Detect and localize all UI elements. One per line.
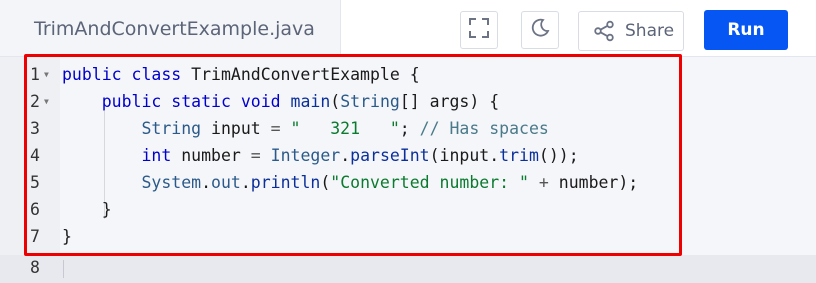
line-number: 8 [30,258,40,277]
share-icon [593,20,615,42]
file-name: TrimAndConvertExample.java [34,18,315,40]
code-highlight-box [24,54,682,256]
run-button[interactable]: Run [704,10,788,50]
editor-header: TrimAndConvertExample.java Share Run [0,0,816,57]
file-tab[interactable]: TrimAndConvertExample.java [0,0,341,56]
code-line: 8 [0,254,816,281]
share-button[interactable]: Share [578,11,684,51]
moon-icon [529,17,551,43]
fullscreen-button[interactable] [460,11,498,49]
share-label: Share [625,21,675,41]
fullscreen-icon [468,17,490,43]
theme-toggle-button[interactable] [521,11,559,49]
